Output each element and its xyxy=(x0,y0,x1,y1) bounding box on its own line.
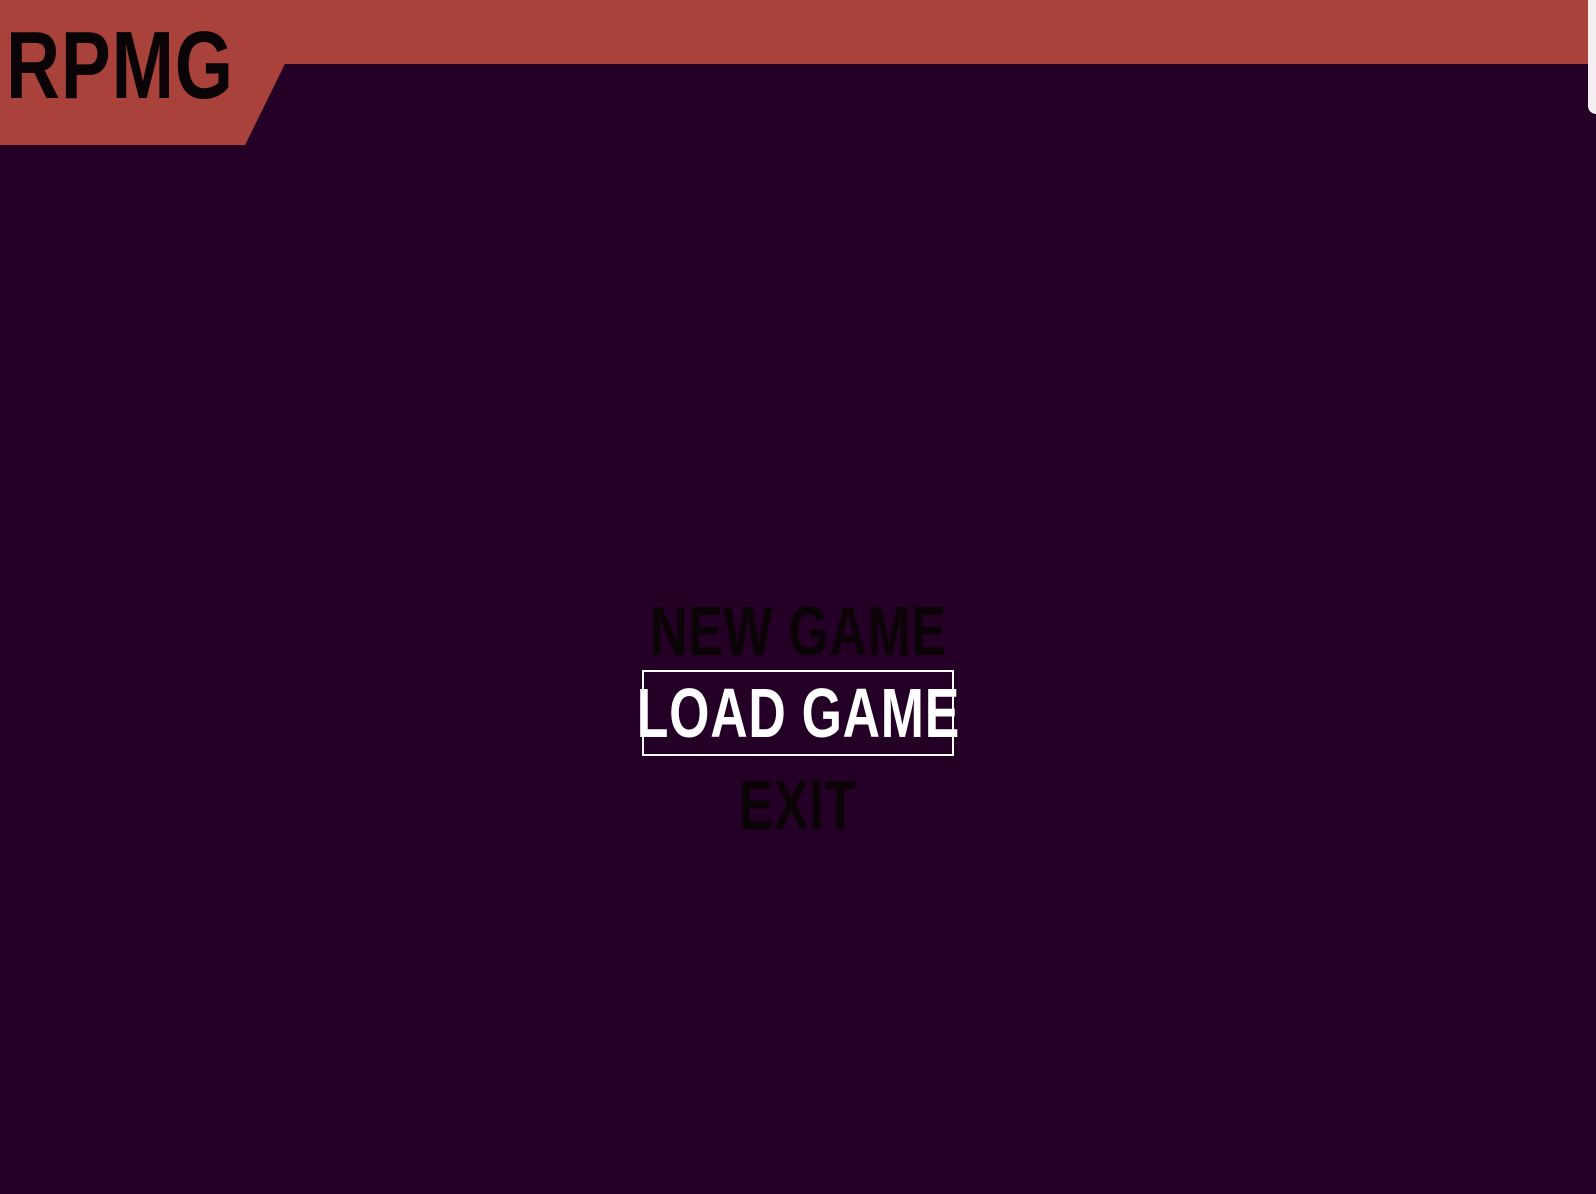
game-logo: RPMG xyxy=(6,12,234,119)
selection-frame: LOAD GAME xyxy=(636,670,959,756)
new-game-button[interactable]: NEW GAME xyxy=(650,596,947,670)
window-edge xyxy=(1588,0,1596,114)
load-game-button[interactable]: LOAD GAME xyxy=(636,678,959,748)
main-menu: NEW GAME LOAD GAME EXIT xyxy=(0,596,1596,840)
game-screen: RPMG NEW GAME LOAD GAME EXIT xyxy=(0,0,1596,1194)
exit-button[interactable]: EXIT xyxy=(739,770,857,840)
logo-plate: RPMG xyxy=(0,0,285,145)
